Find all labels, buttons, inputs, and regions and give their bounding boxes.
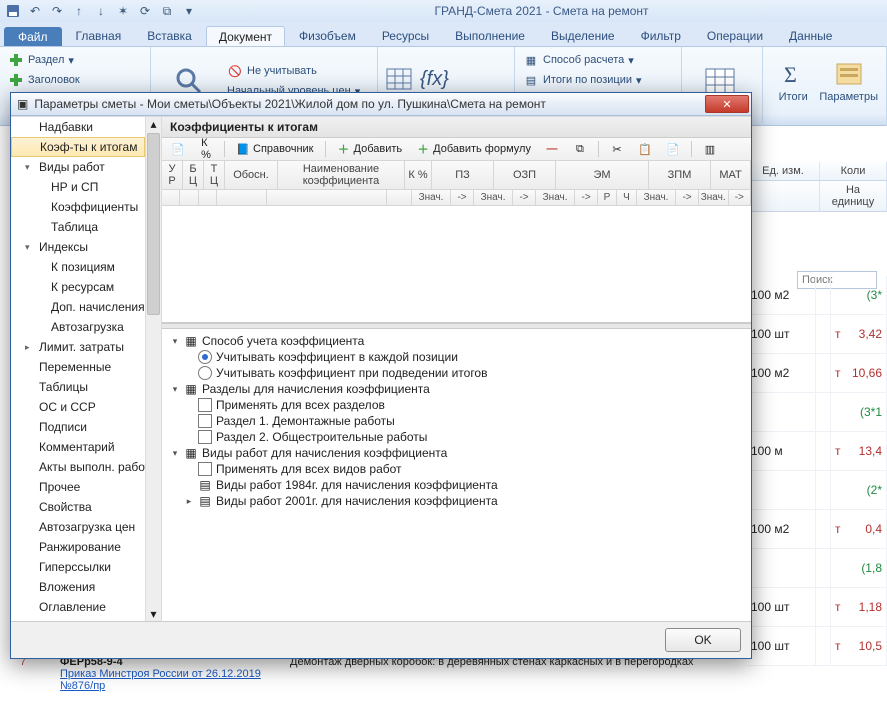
checkbox[interactable] bbox=[198, 398, 212, 412]
nav-item[interactable]: Автозагрузка bbox=[11, 317, 145, 337]
nav-item[interactable]: Коэф-ты к итогам bbox=[11, 137, 145, 157]
nav-item[interactable]: Автозагрузка цен bbox=[11, 517, 145, 537]
cut-icon[interactable]: ✂ bbox=[605, 140, 629, 158]
nav-item[interactable]: ▾Виды работ bbox=[11, 157, 145, 177]
extra-icon[interactable]: ▥ bbox=[698, 140, 722, 158]
collapse-icon[interactable]: ▾ bbox=[170, 384, 180, 395]
nav-item[interactable]: К ресурсам bbox=[11, 277, 145, 297]
checkbox[interactable] bbox=[198, 414, 212, 428]
col-obosn: Обосн. bbox=[225, 161, 278, 190]
copy3-icon[interactable]: 📋 bbox=[633, 140, 657, 158]
coef-tree[interactable]: ▾ ▦ Способ учета коэффициента Учитывать ко… bbox=[162, 329, 751, 621]
nav-item[interactable]: Свойства bbox=[11, 497, 145, 517]
nav-item[interactable]: Надбавки bbox=[11, 117, 145, 137]
percent-icon[interactable]: К% bbox=[194, 140, 218, 158]
nav-item[interactable]: Оглавление bbox=[11, 597, 145, 617]
copy2-icon[interactable]: ⧉ bbox=[568, 140, 592, 158]
expand-icon[interactable]: ▾ bbox=[25, 162, 30, 173]
nav-item[interactable]: Переменные bbox=[11, 357, 145, 377]
add-formula-button[interactable]: ＋Добавить формулу bbox=[411, 140, 536, 158]
reference-button[interactable]: 📘Справочник bbox=[231, 140, 319, 158]
col-ur: У Р bbox=[162, 161, 183, 190]
folder-icon: ▦ bbox=[184, 382, 198, 396]
tree-group1: Способ учета коэффициента bbox=[202, 334, 364, 348]
nav-item[interactable]: ▸Лимит. затраты bbox=[11, 337, 145, 357]
nav-item[interactable]: Акты выполн. работ bbox=[11, 457, 145, 477]
dialog-title-text: Параметры сметы - Мои сметы\Объекты 2021… bbox=[34, 97, 546, 111]
nav-item[interactable]: Ранжирование bbox=[11, 537, 145, 557]
radio-on[interactable] bbox=[198, 350, 212, 364]
tree-section2[interactable]: Раздел 2. Общестроительные работы bbox=[216, 430, 427, 444]
coef-toolbar: 📄 К% 📘Справочник ＋Добавить ＋Добавить фор… bbox=[162, 138, 751, 161]
expand-icon[interactable]: ▸ bbox=[25, 342, 30, 353]
nav-item[interactable]: ▾Индексы bbox=[11, 237, 145, 257]
parameters-dialog: ▣ Параметры сметы - Мои сметы\Объекты 202… bbox=[10, 92, 752, 659]
coef-grid: У Р Б Ц Т Ц Обосн. Наименование коэффици… bbox=[162, 161, 751, 323]
col-mat: МАТ bbox=[711, 161, 751, 190]
nav-item[interactable]: НР и СП bbox=[11, 177, 145, 197]
nav-item[interactable]: ОС и ССР bbox=[11, 397, 145, 417]
folder-icon: ▦ bbox=[184, 446, 198, 460]
nav-item[interactable]: Таблицы bbox=[11, 377, 145, 397]
tree-all-sections[interactable]: Применять для всех разделов bbox=[216, 398, 385, 412]
tree-2001[interactable]: Виды работ 2001г. для начисления коэффиц… bbox=[216, 494, 498, 508]
list-icon: ▤ bbox=[198, 478, 212, 492]
nav-item[interactable]: Комментарий bbox=[11, 437, 145, 457]
add-button[interactable]: ＋Добавить bbox=[332, 140, 408, 158]
col-zpm: ЗПМ bbox=[649, 161, 711, 190]
collapse-icon[interactable]: ▾ bbox=[170, 336, 180, 347]
nav-item[interactable]: Прочее bbox=[11, 477, 145, 497]
nav-item[interactable]: Вложения bbox=[11, 577, 145, 597]
nav-scrollbar[interactable]: ▴▾ bbox=[145, 117, 161, 621]
remove-icon[interactable]: — bbox=[540, 140, 564, 158]
nav-panel: НадбавкиКоэф-ты к итогам▾Виды работНР и … bbox=[11, 117, 162, 621]
col-tc: Т Ц bbox=[204, 161, 225, 190]
dialog-overlay: ▣ Параметры сметы - Мои сметы\Объекты 202… bbox=[0, 0, 887, 702]
col-ozp: ОЗП bbox=[494, 161, 556, 190]
nav-item[interactable]: Коэффициенты bbox=[11, 197, 145, 217]
tree-section1[interactable]: Раздел 1. Демонтажные работы bbox=[216, 414, 395, 428]
tree-all-work-types[interactable]: Применять для всех видов работ bbox=[216, 462, 402, 476]
col-naim: Наименование коэффициента bbox=[278, 161, 405, 190]
tree-1984[interactable]: Виды работ 1984г. для начисления коэффиц… bbox=[216, 478, 498, 492]
tree-opt-each-position[interactable]: Учитывать коэффициент в каждой позиции bbox=[216, 350, 458, 364]
col-k: К % bbox=[405, 161, 432, 190]
checkbox[interactable] bbox=[198, 430, 212, 444]
nav-item[interactable]: К позициям bbox=[11, 257, 145, 277]
nav-item[interactable]: Таблица bbox=[11, 217, 145, 237]
nav-item[interactable]: Подписи bbox=[11, 417, 145, 437]
ok-button[interactable]: OK bbox=[665, 628, 741, 652]
expand-icon[interactable]: ▾ bbox=[25, 242, 30, 253]
nav-item[interactable]: Гиперссылки bbox=[11, 557, 145, 577]
panel-header: Коэффициенты к итогам bbox=[162, 117, 751, 138]
dialog-titlebar[interactable]: ▣ Параметры сметы - Мои сметы\Объекты 202… bbox=[11, 93, 751, 116]
tree-opt-on-totals[interactable]: Учитывать коэффициент при подведении ито… bbox=[216, 366, 487, 380]
paste-icon[interactable]: 📄 bbox=[661, 140, 685, 158]
dialog-icon: ▣ bbox=[17, 97, 28, 111]
radio-off[interactable] bbox=[198, 366, 212, 380]
nav-item[interactable]: Доп. начисления bbox=[11, 297, 145, 317]
collapse-icon[interactable]: ▾ bbox=[170, 448, 180, 459]
close-button[interactable]: ✕ bbox=[705, 95, 749, 113]
checkbox[interactable] bbox=[198, 462, 212, 476]
col-em: ЭМ bbox=[556, 161, 649, 190]
expand-icon[interactable]: ▸ bbox=[184, 496, 194, 507]
dialog-footer: OK bbox=[11, 621, 751, 658]
list-icon: ▤ bbox=[198, 494, 212, 508]
col-bc: Б Ц bbox=[183, 161, 204, 190]
tree-group2: Разделы для начисления коэффициента bbox=[202, 382, 430, 396]
folder-icon: ▦ bbox=[184, 334, 198, 348]
nav-item[interactable]: Безопасность bbox=[11, 617, 145, 621]
copy-icon[interactable]: 📄 bbox=[166, 140, 190, 158]
tree-group3: Виды работ для начисления коэффициента bbox=[202, 446, 447, 460]
col-pz: ПЗ bbox=[432, 161, 494, 190]
nav-list[interactable]: НадбавкиКоэф-ты к итогам▾Виды работНР и … bbox=[11, 117, 145, 621]
coef-grid-body[interactable] bbox=[162, 206, 751, 322]
